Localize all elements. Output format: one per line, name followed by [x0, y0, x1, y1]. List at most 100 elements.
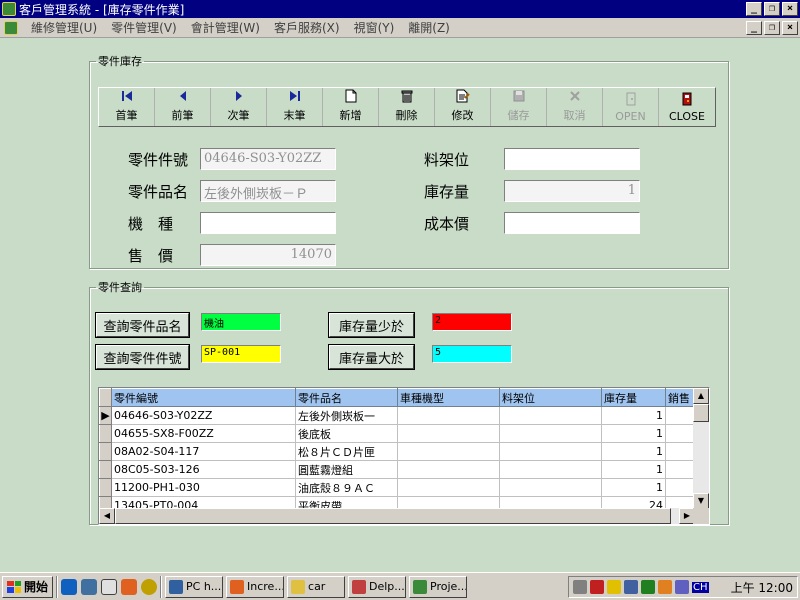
model-field[interactable] — [200, 212, 336, 234]
parts-grid[interactable]: 零件編號 零件品名 車種機型 料架位 庫存量 銷售 ▶ 04646-S03-Y0… — [98, 387, 710, 525]
menu-customer-service[interactable]: 客戶服務(X) — [267, 19, 347, 36]
delete-record-button[interactable]: 刪除 — [379, 88, 435, 126]
cell[interactable] — [499, 478, 602, 497]
task-car-folder-button[interactable]: car — [287, 575, 346, 598]
menu-accounting[interactable]: 會計管理(W) — [184, 19, 267, 36]
menu-parts[interactable]: 零件管理(V) — [104, 19, 184, 36]
media-icon[interactable] — [141, 578, 158, 595]
cell[interactable]: 油底殼８９ＡＣ — [295, 478, 398, 497]
query-part-name-button[interactable]: 查詢零件品名 — [96, 313, 189, 337]
table-row[interactable]: 04655-SX8-F00ZZ 後底板 1 — [99, 424, 706, 443]
child-minimize-button[interactable]: _ — [746, 21, 762, 35]
part-no-field[interactable]: 04646-S03-Y02ZZ — [200, 148, 336, 170]
vertical-scroll-thumb[interactable] — [693, 404, 709, 422]
menu-exit[interactable]: 離開(Z) — [401, 19, 457, 36]
cell[interactable]: 後底板 — [295, 424, 398, 443]
desktop-icon[interactable] — [101, 578, 118, 595]
cancel-button[interactable]: 取消 — [547, 88, 603, 126]
horizontal-scrollbar[interactable]: ◀ ▶ — [99, 508, 695, 524]
cell[interactable] — [397, 424, 500, 443]
part-name-query-value[interactable]: 機油 — [201, 313, 281, 331]
prev-record-button[interactable]: 前筆 — [155, 88, 211, 126]
clock[interactable]: 上午 12:00 — [731, 579, 793, 596]
start-button[interactable]: 開始 — [2, 575, 54, 598]
edit-record-button[interactable]: 修改 — [435, 88, 491, 126]
cell[interactable] — [499, 442, 602, 461]
table-row[interactable]: 08A02-S04-117 松８片ＣＤ片匣 1 — [99, 442, 706, 461]
cell[interactable]: 圓藍霧燈組 — [295, 460, 398, 479]
horizontal-scroll-thumb[interactable] — [115, 508, 671, 524]
child-close-button[interactable]: × — [782, 21, 798, 35]
cell[interactable]: 11200-PH1-030 — [111, 478, 296, 497]
browser-icon[interactable] — [61, 578, 78, 595]
vertical-scrollbar[interactable]: ▲ ▼ — [693, 388, 709, 509]
speaker-icon[interactable] — [573, 580, 587, 594]
next-record-button[interactable]: 次筆 — [211, 88, 267, 126]
part-name-field[interactable]: 左後外側崁板－Ｐ — [200, 180, 336, 202]
scroll-down-icon[interactable]: ▼ — [693, 493, 709, 509]
cell[interactable] — [499, 424, 602, 443]
part-no-query-value[interactable]: SP-001 — [201, 345, 281, 363]
cell[interactable]: 1 — [601, 478, 666, 497]
price-field[interactable]: 14070 — [200, 244, 336, 266]
security-icon[interactable] — [590, 580, 604, 594]
stock-greater-than-button[interactable]: 庫存量大於 — [329, 345, 414, 369]
cell[interactable]: 1 — [601, 406, 666, 425]
column-header[interactable]: 料架位 — [499, 388, 602, 407]
close-button[interactable]: × — [782, 2, 798, 16]
column-header[interactable]: 零件編號 — [111, 388, 296, 407]
update-icon[interactable] — [641, 580, 655, 594]
task-project-button[interactable]: Proje... — [409, 575, 468, 598]
cell[interactable]: 1 — [601, 460, 666, 479]
minimize-button[interactable]: _ — [746, 2, 762, 16]
cell[interactable]: 左後外側崁板一 — [295, 406, 398, 425]
network-icon[interactable] — [81, 578, 98, 595]
task-incredimail-button[interactable]: Incre... — [226, 575, 285, 598]
cell[interactable] — [499, 406, 602, 425]
stock-field[interactable]: 1 — [504, 180, 640, 202]
close-form-button[interactable]: CLOSE — [659, 88, 715, 126]
first-record-button[interactable]: 首筆 — [99, 88, 155, 126]
task-pc-button[interactable]: PC h... — [165, 575, 224, 598]
table-row[interactable]: 08C05-S03-126 圓藍霧燈組 1 — [99, 460, 706, 479]
scroll-up-icon[interactable]: ▲ — [693, 388, 709, 404]
cell[interactable]: 1 — [601, 424, 666, 443]
network-icon[interactable] — [624, 580, 638, 594]
cell[interactable]: 1 — [601, 442, 666, 461]
new-record-button[interactable]: 新增 — [323, 88, 379, 126]
cell[interactable]: 松８片ＣＤ片匣 — [295, 442, 398, 461]
pen-icon[interactable] — [607, 580, 621, 594]
stock-less-than-button[interactable]: 庫存量少於 — [329, 313, 414, 337]
cell[interactable] — [397, 442, 500, 461]
stock-more-value[interactable]: 5 — [432, 345, 512, 363]
table-row[interactable]: 11200-PH1-030 油底殼８９ＡＣ 1 — [99, 478, 706, 497]
save-record-button[interactable]: 儲存 — [491, 88, 547, 126]
mail-icon[interactable] — [121, 578, 138, 595]
stock-less-value[interactable]: 2 — [432, 313, 512, 331]
scroll-left-icon[interactable]: ◀ — [99, 508, 115, 524]
cell[interactable] — [397, 460, 500, 479]
keyboard-icon[interactable] — [675, 580, 689, 594]
cell[interactable]: 04646-S03-Y02ZZ — [111, 406, 296, 425]
cell[interactable] — [397, 406, 500, 425]
task-delphi-button[interactable]: Delp... — [348, 575, 407, 598]
open-button[interactable]: OPEN — [603, 88, 659, 126]
menu-window[interactable]: 視窗(Y) — [347, 19, 402, 36]
monitor-icon[interactable] — [658, 580, 672, 594]
cell[interactable]: 08C05-S03-126 — [111, 460, 296, 479]
title-bar[interactable]: 客戶管理系統 - [庫存零件作業] _ ❐ × — [0, 0, 800, 18]
column-header[interactable]: 車種機型 — [397, 388, 500, 407]
shelf-field[interactable] — [504, 148, 640, 170]
cell[interactable]: 08A02-S04-117 — [111, 442, 296, 461]
restore-button[interactable]: ❐ — [764, 2, 780, 16]
child-restore-button[interactable]: ❐ — [764, 21, 780, 35]
table-row[interactable]: ▶ 04646-S03-Y02ZZ 左後外側崁板一 1 — [99, 406, 706, 425]
cost-field[interactable] — [504, 212, 640, 234]
cell[interactable]: 04655-SX8-F00ZZ — [111, 424, 296, 443]
cell[interactable] — [499, 460, 602, 479]
column-header[interactable]: 庫存量 — [601, 388, 666, 407]
document-icon[interactable] — [4, 20, 18, 35]
last-record-button[interactable]: 末筆 — [267, 88, 323, 126]
cell[interactable] — [397, 478, 500, 497]
ime-indicator[interactable]: CH — [692, 581, 709, 593]
